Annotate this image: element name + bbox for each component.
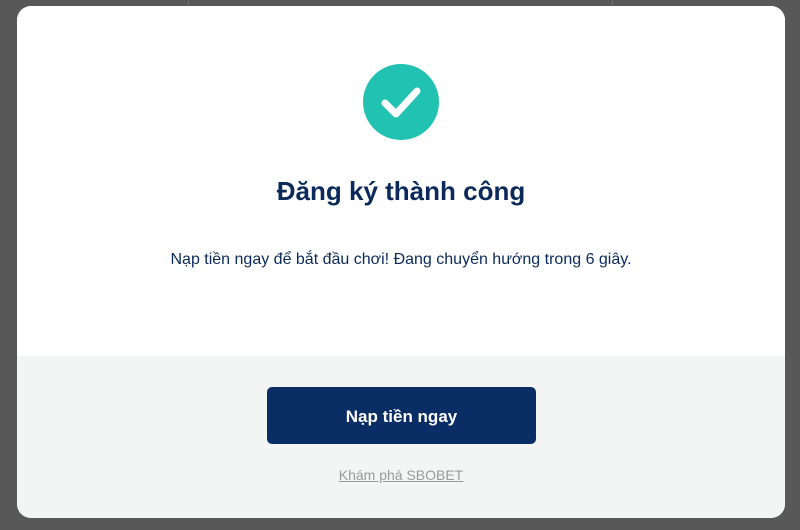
registration-success-dialog: Đăng ký thành công Nạp tiền ngay để bắt … [17,6,785,518]
dialog-title: Đăng ký thành công [276,176,526,206]
redirect-message: Nạp tiền ngay để bắt đầu chơi! Đang chuy… [170,251,632,268]
explore-sbobet-link[interactable]: Khám phá SBOBET [17,466,785,484]
check-circle-icon [363,64,439,140]
deposit-now-button[interactable]: Nạp tiền ngay [267,387,536,444]
